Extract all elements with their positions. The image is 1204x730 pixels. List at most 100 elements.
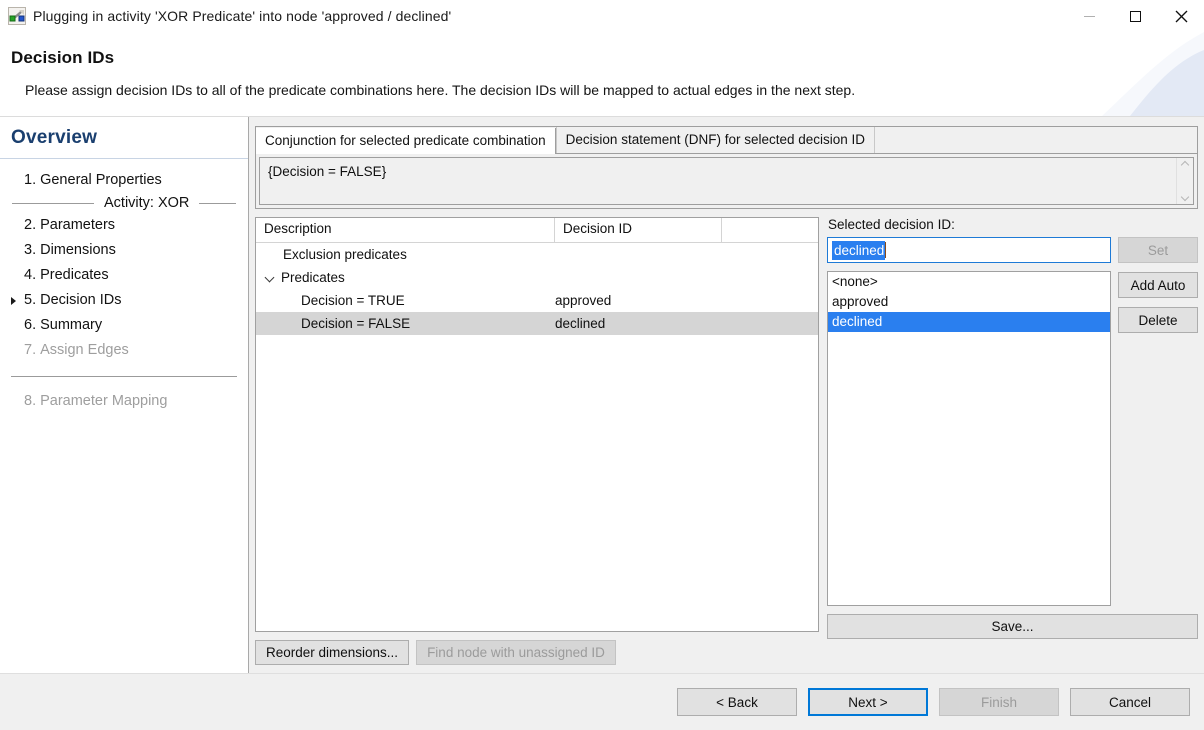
table-body: Exclusion predicates Predicates Decision… [256,243,818,631]
predicates-table[interactable]: Description Decision ID Exclusion predic… [255,217,819,632]
chevron-down-icon[interactable] [1181,195,1190,201]
list-item[interactable]: <none> [828,272,1110,292]
sidebar-item-summary[interactable]: 6. Summary [0,313,248,338]
column-header-decision-id[interactable]: Decision ID [555,218,722,242]
tabstrip: Conjunction for selected predicate combi… [256,127,1197,154]
cancel-button[interactable]: Cancel [1070,688,1190,716]
wizard-dialog: Plugging in activity 'XOR Predicate' int… [0,0,1204,730]
decision-id-input[interactable]: declined [827,237,1111,263]
sidebar-activity-separator: Activity: XOR [0,193,248,213]
table-button-row: Reorder dimensions... Find node with una… [255,640,819,665]
separator-line-right [199,202,236,204]
sidebar-item-general-properties[interactable]: 1. General Properties [0,168,248,193]
decision-id-main-column: declined <none> approved declined [827,237,1111,606]
decision-id-listbox[interactable]: <none> approved declined [827,271,1111,606]
sidebar-item-assign-edges: 7. Assign Edges [0,338,248,363]
dialog-footer: < Back Next > Finish Cancel [0,673,1204,730]
title-bar: Plugging in activity 'XOR Predicate' int… [0,0,1204,32]
sidebar-item-label: Summary [40,317,103,333]
sidebar-item-parameter-mapping: 8. Parameter Mapping [0,389,248,414]
sidebar-item-predicates[interactable]: 4. Predicates [0,263,248,288]
step-number: 1. [24,172,37,188]
close-icon [1175,10,1187,22]
column-header-description[interactable]: Description [256,218,555,242]
chevron-up-icon[interactable] [1181,161,1190,167]
maximize-button[interactable] [1112,0,1158,32]
next-button[interactable]: Next > [808,688,928,716]
sidebar-item-parameters[interactable]: 2. Parameters [0,213,248,238]
sidebar-item-label: General Properties [40,172,162,188]
minimize-button[interactable] [1066,0,1112,32]
save-row: Save... [827,614,1198,639]
statement-text: {Decision = FALSE} [268,164,387,179]
sidebar-item-label: Assign Edges [40,342,129,358]
decision-id-button-column: Set Add Auto Delete [1118,237,1198,342]
table-header: Description Decision ID [256,218,818,243]
text-caret [885,242,887,258]
back-button[interactable]: < Back [677,688,797,716]
list-item[interactable]: declined [828,312,1110,332]
sidebar-item-label: Predicates [40,267,109,283]
tab-decision-statement[interactable]: Decision statement (DNF) for selected de… [555,127,876,153]
page-title: Decision IDs [11,48,115,67]
maximize-icon [1129,10,1141,22]
cell-description: Exclusion predicates [283,247,407,262]
statement-scrollbar[interactable] [1176,158,1193,204]
step-number: 3. [24,242,37,258]
cell-description: Predicates [281,270,345,285]
predicates-pane: Description Decision ID Exclusion predic… [255,217,819,673]
window-title: Plugging in activity 'XOR Predicate' int… [33,8,452,24]
close-button[interactable] [1158,0,1204,32]
list-item[interactable]: approved [828,292,1110,312]
statement-textarea[interactable]: {Decision = FALSE} [259,157,1194,205]
statement-tabfolder: Conjunction for selected predicate combi… [255,126,1198,209]
cell-description: Decision = FALSE [301,316,411,331]
sidebar-item-label: Parameters [40,217,116,233]
overview-sidebar: Overview 1. General Properties Activity: … [0,117,249,673]
page-description: Please assign decision IDs to all of the… [25,82,856,98]
sidebar-item-decision-ids[interactable]: 5. Decision IDs [0,288,248,313]
minimize-icon [1083,15,1095,17]
set-button: Set [1118,237,1198,263]
find-node-button: Find node with unassigned ID [416,640,616,665]
sidebar-title: Overview [0,117,248,159]
dialog-body: Overview 1. General Properties Activity: … [0,117,1204,673]
table-row[interactable]: Decision = TRUE approved [256,289,818,312]
cell-decision-id: declined [555,316,606,331]
sidebar-nav: 1. General Properties Activity: XOR 2. Par… [0,159,248,414]
chevron-down-icon[interactable] [265,272,277,284]
reorder-dimensions-button[interactable]: Reorder dimensions... [255,640,410,665]
decision-id-pane: Selected decision ID: declined <none> ap… [827,217,1198,673]
selected-decision-id-label: Selected decision ID: [828,217,955,232]
table-row[interactable]: Predicates [256,266,818,289]
window-controls [1066,0,1204,32]
lower-split: Description Decision ID Exclusion predic… [255,217,1198,673]
step-number: 6. [24,317,37,333]
sidebar-divider [11,376,237,377]
decision-id-input-value: declined [832,240,886,260]
current-step-marker-icon [11,297,16,305]
main-content: Conjunction for selected predicate combi… [249,117,1204,673]
step-number: 5. [24,292,37,308]
delete-button[interactable]: Delete [1118,307,1198,333]
step-number: 7. [24,342,37,358]
sidebar-item-label: Parameter Mapping [40,393,168,409]
save-button[interactable]: Save... [827,614,1198,639]
header-decoration [1102,32,1204,116]
step-number: 8. [24,393,37,409]
table-row[interactable]: Exclusion predicates [256,243,818,266]
sidebar-item-dimensions[interactable]: 3. Dimensions [0,238,248,263]
plug-connector-icon [8,7,26,25]
column-header-blank[interactable] [722,218,818,242]
sidebar-item-label: Dimensions [40,242,116,258]
sidebar-item-label: Decision IDs [40,292,122,308]
add-auto-button[interactable]: Add Auto [1118,272,1198,298]
separator-line-left [12,202,94,204]
cell-description-group: Predicates [256,270,555,285]
sidebar-separator-label: Activity: XOR [104,195,190,211]
step-number: 4. [24,267,37,283]
cell-decision-id: approved [555,293,612,308]
table-row[interactable]: Decision = FALSE declined [256,312,818,335]
decision-id-controls: declined <none> approved declined Set Ad… [827,237,1198,606]
tab-conjunction[interactable]: Conjunction for selected predicate combi… [256,128,556,154]
